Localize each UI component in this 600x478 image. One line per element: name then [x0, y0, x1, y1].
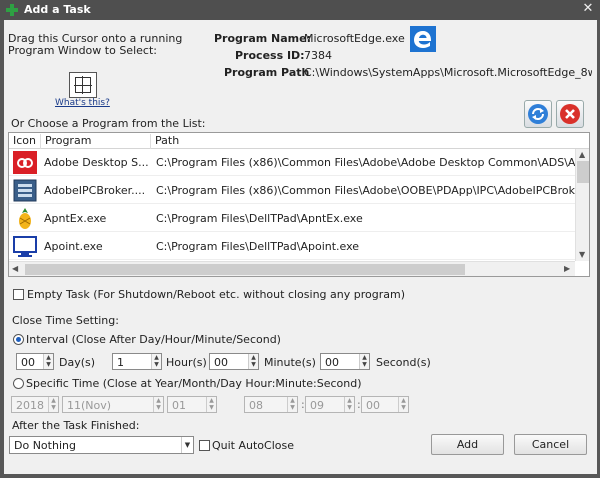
path-cell: C:\Program Files\DellTPad\ApntEx.exe — [156, 212, 363, 225]
year-spinner[interactable]: 2018 ▲ ▼ — [11, 396, 59, 413]
chevron-down-icon[interactable]: ▼ — [181, 437, 193, 453]
empty-task-checkbox[interactable] — [13, 289, 24, 300]
spin-arrows-icon[interactable]: ▲ ▼ — [344, 397, 354, 412]
program-path-label: Program Path — [224, 66, 310, 79]
spin-arrows-icon[interactable]: ▲ ▼ — [248, 354, 258, 369]
spin-arrows-icon[interactable]: ▲ ▼ — [48, 397, 58, 412]
list-vertical-scrollbar[interactable]: ▲ ▼ — [575, 149, 589, 261]
column-program[interactable]: Program — [45, 134, 91, 147]
scroll-down-arrow-icon[interactable]: ▼ — [579, 250, 585, 259]
list-header: Icon Program Path — [9, 133, 589, 149]
spin-arrows-icon[interactable]: ▲ ▼ — [151, 354, 161, 369]
refresh-list-button[interactable] — [524, 100, 552, 128]
add-button[interactable]: Add — [431, 434, 504, 455]
minute-value: 00 — [214, 356, 228, 369]
list-item[interactable]: ApntEx.exe C:\Program Files\DellTPad\Apn… — [9, 205, 576, 232]
scroll-left-arrow-icon[interactable]: ◀ — [12, 264, 18, 273]
path-cell: C:\Program Files (x86)\Common Files\Adob… — [156, 156, 576, 169]
cancel-button[interactable]: Cancel — [514, 434, 587, 455]
day-spinner[interactable]: 00 ▲ ▼ — [16, 353, 54, 370]
day-of-month-spinner[interactable]: 01 ▲ ▼ — [167, 396, 217, 413]
list-item[interactable]: Adobe Desktop S... C:\Program Files (x86… — [9, 149, 576, 176]
process-id-value: 7384 — [304, 49, 332, 62]
spin-arrows-icon[interactable]: ▲ ▼ — [153, 397, 163, 412]
list-horizontal-scrollbar[interactable]: ◀ ▶ — [9, 261, 575, 276]
program-path-value: C:\Windows\SystemApps\Microsoft.Microsof… — [304, 66, 592, 79]
quit-autoclose-label[interactable]: Quit AutoClose — [212, 439, 294, 452]
spin-arrows-icon[interactable]: ▲ ▼ — [287, 397, 297, 412]
second-label: Second(s) — [376, 356, 431, 369]
quit-autoclose-checkbox[interactable] — [199, 440, 210, 451]
program-cell: ApntEx.exe — [44, 212, 107, 225]
program-list[interactable]: Icon Program Path Adobe Desktop S... C:\… — [8, 132, 590, 277]
minute-label: Minute(s) — [264, 356, 316, 369]
second-value: 00 — [325, 356, 339, 369]
title-bar[interactable]: Add a Task ✕ — [0, 0, 600, 20]
month-spinner[interactable]: 11(Nov) ▲ ▼ — [62, 396, 164, 413]
day-value: 00 — [21, 356, 35, 369]
hour-label: Hour(s) — [166, 356, 207, 369]
edge-icon — [410, 26, 436, 52]
list-item[interactable]: Apoint.exe C:\Program Files\DellTPad\Apo… — [9, 233, 576, 260]
add-task-window: Add a Task ✕ Drag this Cursor onto a run… — [0, 0, 600, 478]
path-cell: C:\Program Files (x86)\Common Files\Adob… — [156, 184, 576, 197]
monitor-icon — [13, 236, 37, 257]
after-task-heading: After the Task Finished: — [12, 419, 140, 432]
hour-spinner[interactable]: 1 ▲ ▼ — [112, 353, 162, 370]
day-label: Day(s) — [59, 356, 96, 369]
pineapple-icon — [19, 208, 31, 229]
program-cell: Apoint.exe — [44, 240, 103, 253]
program-cell: AdobeIPCBroker.... — [44, 184, 146, 197]
list-item[interactable]: AdobeIPCBroker.... C:\Program Files (x86… — [9, 177, 576, 204]
spin-arrows-icon[interactable]: ▲ ▼ — [43, 354, 53, 369]
whats-this-link[interactable]: What's this? — [55, 98, 110, 108]
time-hour-spinner[interactable]: 08 ▲ ▼ — [244, 396, 298, 413]
adobe-cc-icon — [13, 151, 37, 174]
drag-instruction-line2: Program Window to Select: — [8, 44, 157, 57]
path-cell: C:\Program Files\DellTPad\Apoint.exe — [156, 240, 360, 253]
interval-label[interactable]: Interval (Close After Day/Hour/Minute/Se… — [26, 333, 281, 346]
program-name-value: MicrosoftEdge.exe — [304, 32, 405, 45]
column-icon[interactable]: Icon — [13, 134, 36, 147]
empty-task-label[interactable]: Empty Task (For Shutdown/Reboot etc. wit… — [27, 288, 405, 301]
time-second-spinner[interactable]: 00 ▲ ▼ — [361, 396, 409, 413]
horizontal-scroll-thumb[interactable] — [25, 264, 465, 275]
exit-button[interactable] — [556, 100, 584, 128]
time-minute-spinner[interactable]: 09 ▲ ▼ — [305, 396, 355, 413]
close-time-heading: Close Time Setting: — [12, 314, 119, 327]
scroll-up-arrow-icon[interactable]: ▲ — [579, 150, 585, 159]
after-task-action-value: Do Nothing — [14, 439, 76, 452]
day-of-month-value: 01 — [172, 399, 186, 412]
add-task-icon — [6, 4, 18, 16]
dialog-body: Drag this Cursor onto a running Program … — [4, 20, 597, 474]
process-id-label: Process ID: — [235, 49, 305, 62]
adobe-ipc-broker-icon — [13, 179, 37, 202]
window-title: Add a Task — [24, 3, 91, 16]
close-circle-icon — [560, 104, 580, 124]
program-name-label: Program Name: — [214, 32, 312, 45]
finder-cursor-target[interactable] — [69, 72, 97, 98]
year-value: 2018 — [16, 399, 44, 412]
specific-time-radio[interactable] — [13, 378, 24, 389]
time-minute-value: 09 — [310, 399, 324, 412]
program-cell: Adobe Desktop S... — [44, 156, 148, 169]
window-close-button[interactable]: ✕ — [580, 1, 596, 17]
vertical-scroll-thumb[interactable] — [577, 161, 589, 183]
month-value: 11(Nov) — [67, 399, 112, 412]
interval-radio[interactable] — [13, 334, 24, 345]
time-second-value: 00 — [366, 399, 380, 412]
spin-arrows-icon[interactable]: ▲ ▼ — [206, 397, 216, 412]
refresh-icon — [528, 104, 548, 124]
after-task-action-dropdown[interactable]: Do Nothing ▼ — [9, 436, 194, 454]
hour-value: 1 — [117, 356, 124, 369]
column-path[interactable]: Path — [155, 134, 179, 147]
scroll-right-arrow-icon[interactable]: ▶ — [564, 264, 570, 273]
second-spinner[interactable]: 00 ▲ ▼ — [320, 353, 370, 370]
spin-arrows-icon[interactable]: ▲ ▼ — [359, 354, 369, 369]
spin-arrows-icon[interactable]: ▲ ▼ — [398, 397, 408, 412]
time-hour-value: 08 — [249, 399, 263, 412]
minute-spinner[interactable]: 00 ▲ ▼ — [209, 353, 259, 370]
specific-time-label[interactable]: Specific Time (Close at Year/Month/Day H… — [26, 377, 361, 390]
program-list-caption: Or Choose a Program from the List: — [11, 117, 206, 130]
